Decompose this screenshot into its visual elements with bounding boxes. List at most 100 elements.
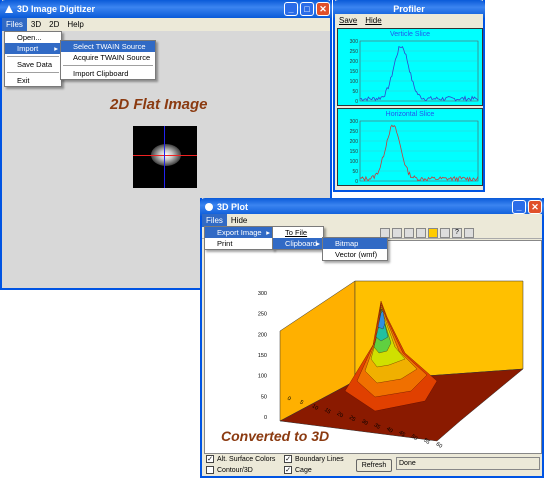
status-field: Done <box>396 457 540 470</box>
z-axis-tick: 200 <box>258 332 267 338</box>
horizontal-slice-plot: 300 250 200 150 100 50 0 <box>350 119 479 185</box>
profiler-menubar: Save Hide <box>335 14 483 26</box>
close-button[interactable]: ✕ <box>316 2 330 16</box>
alt-surface-label: Alt. Surface Colors <box>217 455 276 463</box>
toolbar-pan-icon[interactable] <box>404 228 414 238</box>
vertical-slice-plot: 300 250 200 150 100 50 0 <box>350 39 479 105</box>
export-submenu: To File Clipboard ▸ <box>272 226 324 250</box>
menu-item-exit[interactable]: Exit <box>5 75 61 86</box>
slice-line <box>359 124 479 183</box>
z-axis-tick: 150 <box>258 353 267 359</box>
plot-caption: Converted to 3D <box>221 428 330 444</box>
slice-y-tick: 100 <box>350 79 359 85</box>
toolbar-search-icon[interactable] <box>464 228 474 238</box>
slice-y-tick: 0 <box>355 99 358 105</box>
slice-y-tick: 150 <box>350 149 359 155</box>
slice-y-tick: 200 <box>350 59 359 65</box>
slice-line <box>359 45 479 102</box>
plot-canvas[interactable]: 300 250 200 150 100 50 0 0 5 10 15 20 25 30 35 40 45 50 55… <box>204 240 542 454</box>
boundary-checkbox[interactable]: ✓ Boundary Lines <box>284 455 344 463</box>
files-menu: Open... Import ▸ Save Data Exit <box>4 31 62 87</box>
toolbar-zoom-icon[interactable] <box>392 228 402 238</box>
checkbox-checked-icon: ✓ <box>284 455 292 463</box>
profiler-window: Profiler Save Hide Verticle Slice 300 250… <box>333 0 485 192</box>
menu-item-vector-wmf[interactable]: Vector (wmf) <box>323 249 387 260</box>
menu-files[interactable]: Files <box>2 18 27 31</box>
slice-y-tick: 250 <box>350 49 359 55</box>
menu-item-import-label: Import <box>17 44 39 53</box>
toolbar-color-icon[interactable] <box>428 228 438 238</box>
menu-item-print[interactable]: Print <box>205 238 273 249</box>
minimize-button[interactable]: _ <box>512 200 526 214</box>
plot-title: 3D Plot <box>217 202 249 212</box>
horizontal-slice-chart: Horizontal Slice 300 250 200 150 100 50 0 <box>337 108 483 186</box>
menu-2d[interactable]: 2D <box>45 18 63 31</box>
slice-y-tick: 300 <box>350 119 359 125</box>
z-axis-tick: 300 <box>258 291 267 297</box>
z-axis-tick: 0 <box>264 415 267 421</box>
slice-y-tick: 200 <box>350 139 359 145</box>
main-menubar: Files 3D 2D Help <box>2 18 330 31</box>
menu-help[interactable]: Help <box>63 18 87 31</box>
boundary-label: Boundary Lines <box>295 455 344 463</box>
surface-plot: 3002502001501005000510 15 20 25 30 35 40 45 50 55… <box>258 280 524 450</box>
refresh-button[interactable]: Refresh <box>356 459 392 472</box>
alt-surface-checkbox[interactable]: ✓ Alt. Surface Colors <box>206 455 275 463</box>
menu-item-export-image[interactable]: Export Image ▸ <box>205 227 273 238</box>
menu-item-import-clipboard[interactable]: Import Clipboard <box>61 68 155 79</box>
plot-files-menu: Export Image ▸ Print <box>204 226 274 250</box>
toolbar-help-icon[interactable]: ? <box>452 228 462 238</box>
submenu-arrow-icon: ▸ <box>266 228 270 237</box>
submenu-arrow-icon: ▸ <box>54 44 58 53</box>
maximize-button[interactable]: □ <box>300 2 314 16</box>
z-axis-tick: 100 <box>258 374 267 380</box>
menu-item-export-image-label: Export Image <box>217 228 262 237</box>
contour-label: Contour/3D <box>217 466 253 474</box>
app-icon <box>4 4 14 14</box>
clipboard-submenu: Bitmap Vector (wmf) <box>322 237 388 261</box>
menu-item-save-data[interactable]: Save Data <box>5 59 61 70</box>
menu-separator <box>7 56 59 57</box>
menu-separator <box>63 65 153 66</box>
contour-checkbox[interactable]: Contour/3D <box>206 466 253 474</box>
vertical-slice-chart: Verticle Slice 300 250 200 150 100 50 0 <box>337 28 483 106</box>
toolbar-icons: ? <box>380 228 474 238</box>
cage-label: Cage <box>295 466 312 474</box>
menu-item-import[interactable]: Import ▸ <box>5 43 61 54</box>
menu-item-clipboard[interactable]: Clipboard ▸ <box>273 238 323 249</box>
minimize-button[interactable]: _ <box>284 2 298 16</box>
cage-checkbox[interactable]: ✓ Cage <box>284 466 312 474</box>
menu-item-acquire-twain[interactable]: Acquire TWAIN Source <box>61 52 155 63</box>
menu-item-clipboard-label: Clipboard <box>285 239 318 248</box>
checkbox-checked-icon: ✓ <box>284 466 292 474</box>
slice-y-tick: 300 <box>350 39 359 45</box>
main-title: 3D Image Digitizer <box>17 4 96 14</box>
toolbar-pen-icon[interactable] <box>440 228 450 238</box>
import-submenu: Select TWAIN Source Acquire TWAIN Source… <box>60 40 156 80</box>
close-button[interactable]: ✕ <box>528 200 542 214</box>
slice-y-tick: 150 <box>350 69 359 75</box>
app-icon <box>204 202 214 212</box>
slice-y-tick: 250 <box>350 129 359 135</box>
menu-item-select-twain[interactable]: Select TWAIN Source <box>61 41 155 52</box>
menu-3d[interactable]: 3D <box>27 18 45 31</box>
slice-y-tick: 50 <box>352 89 358 95</box>
slice-y-tick: 0 <box>355 179 358 185</box>
main-titlebar[interactable]: 3D Image Digitizer _ □ ✕ <box>0 0 332 18</box>
x-axis-tick: 60 <box>435 441 443 449</box>
z-axis-tick: 50 <box>261 394 267 400</box>
submenu-arrow-icon: ▸ <box>316 239 320 248</box>
menu-item-bitmap[interactable]: Bitmap <box>323 238 387 249</box>
slice-y-tick: 50 <box>352 169 358 175</box>
profiler-title: Profiler <box>393 4 425 14</box>
flat-image[interactable] <box>133 126 197 188</box>
z-axis-tick: 250 <box>258 312 267 318</box>
toolbar-reset-icon[interactable] <box>416 228 426 238</box>
slice-y-tick: 100 <box>350 159 359 165</box>
flat-image-caption: 2D Flat Image <box>110 96 208 113</box>
menu-item-to-file[interactable]: To File <box>273 227 323 238</box>
menu-separator <box>7 72 59 73</box>
menu-item-open[interactable]: Open... <box>5 32 61 43</box>
profiler-menu-save[interactable]: Save <box>335 14 361 27</box>
profiler-menu-hide[interactable]: Hide <box>361 14 385 27</box>
